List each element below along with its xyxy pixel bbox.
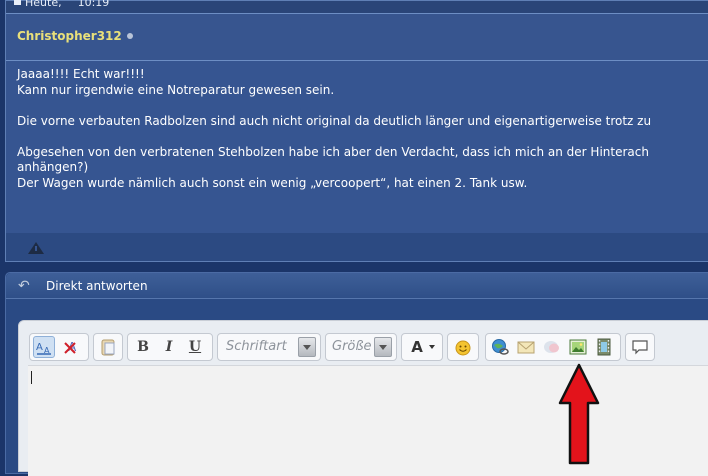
switch-editor-mode-icon[interactable]: AA <box>33 336 55 358</box>
font-family-placeholder: Schriftart <box>226 339 287 354</box>
insert-video-icon[interactable] <box>593 336 615 358</box>
post-line: Jaaaa!!!! Echt war!!!! <box>17 67 145 81</box>
post-line: Kann nur irgendwie eine Notreparatur gew… <box>17 82 335 97</box>
comment-bubble-icon[interactable] <box>629 336 651 358</box>
message-textarea[interactable] <box>28 365 708 476</box>
online-status-icon <box>126 33 133 39</box>
svg-text:A: A <box>36 342 43 353</box>
reply-arrow-icon: ↶ <box>18 278 30 294</box>
underline-button[interactable]: U <box>184 336 206 358</box>
forum-post: Heute, 10:19 Christopher312 Jaaaa!!!! Ech… <box>5 0 708 262</box>
font-color-button[interactable]: A <box>401 333 443 361</box>
post-line <box>17 129 708 145</box>
bold-button[interactable]: B <box>132 336 154 358</box>
post-body: Jaaaa!!!! Echt war!!!! Kann nur irgendwi… <box>6 61 708 233</box>
quick-reply-panel: ↶ Direkt antworten AA A B <box>5 272 708 476</box>
caret-down-icon <box>429 345 435 349</box>
post-message: Jaaaa!!!! Echt war!!!! Kann nur irgendwi… <box>17 67 708 191</box>
font-color-label: A <box>411 338 423 356</box>
chevron-down-icon[interactable] <box>374 337 392 357</box>
quick-reply-title: Direkt antworten <box>46 279 148 293</box>
post-footer <box>6 233 708 261</box>
paste-icon[interactable] <box>97 336 119 358</box>
insert-email-icon[interactable] <box>515 336 537 358</box>
editor: AA A B I U Schriftart <box>18 320 708 476</box>
smiley-icon[interactable] <box>452 336 474 358</box>
toolbar-group-paste <box>93 333 123 361</box>
post-line: Abgesehen von den verbratenen Stehbolzen… <box>17 144 649 159</box>
toolbar-group-insert <box>485 333 621 361</box>
text-caret <box>31 371 32 384</box>
toolbar-group-smilies <box>447 333 479 361</box>
post-author[interactable]: Christopher312 <box>17 29 133 43</box>
italic-button[interactable]: I <box>158 336 180 358</box>
post-header: Christopher312 <box>6 13 708 61</box>
post-line: anhängen?) <box>17 160 89 174</box>
report-warning-icon[interactable] <box>28 242 44 254</box>
font-size-select[interactable]: Größe <box>325 333 397 361</box>
insert-quote-icon[interactable] <box>541 336 563 358</box>
username-link[interactable]: Christopher312 <box>17 29 122 43</box>
toolbar-group-comment <box>625 333 655 361</box>
post-line <box>17 98 708 114</box>
toolbar-group-mode: AA A <box>29 333 89 361</box>
remove-format-icon[interactable]: A <box>61 336 83 358</box>
insert-link-icon[interactable] <box>489 336 511 358</box>
quick-reply-header: ↶ Direkt antworten <box>6 273 708 299</box>
editor-toolbar: AA A B I U Schriftart <box>19 321 708 365</box>
annotation-arrow-icon <box>558 363 600 465</box>
post-line: Die vorne verbauten Radbolzen sind auch … <box>17 113 652 128</box>
post-date: Heute, 10:19 <box>14 0 109 9</box>
post-date-bar: Heute, 10:19 <box>6 0 708 13</box>
font-size-placeholder: Größe <box>332 339 372 354</box>
post-icon <box>14 0 21 5</box>
font-family-select[interactable]: Schriftart <box>217 333 321 361</box>
post-time: 10:19 <box>77 0 110 9</box>
post-line: Der Wagen wurde nämlich auch sonst ein w… <box>17 175 528 190</box>
insert-image-icon[interactable] <box>567 336 589 358</box>
post-date-label: Heute, <box>25 0 62 9</box>
toolbar-group-style: B I U <box>127 333 213 361</box>
chevron-down-icon[interactable] <box>298 337 316 357</box>
